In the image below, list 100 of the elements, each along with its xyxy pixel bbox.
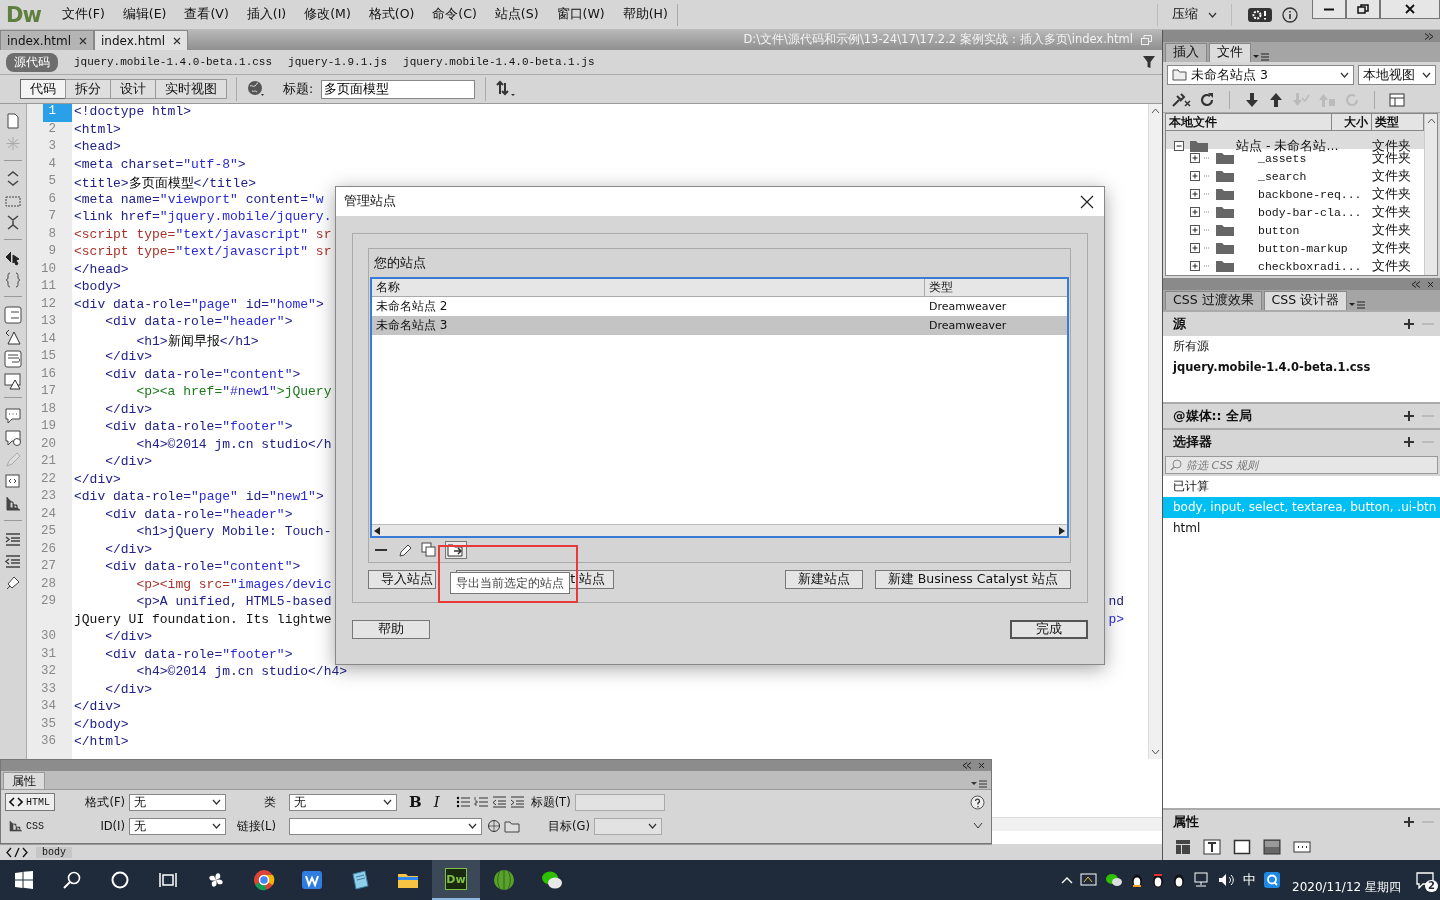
site-row[interactable]: 未命名站点 2 Dreamweaver xyxy=(372,297,1067,316)
done-button[interactable]: 完成 xyxy=(1010,620,1088,639)
title-field[interactable]: 多页面模型 xyxy=(321,79,476,99)
restore-button[interactable] xyxy=(1346,0,1380,19)
tag-selector-item[interactable]: body xyxy=(36,847,72,858)
close-icon[interactable] xyxy=(1427,280,1434,288)
panel-tab[interactable]: 属性 xyxy=(3,772,45,789)
background-icon[interactable] xyxy=(1263,839,1281,855)
monitor-icon[interactable] xyxy=(1080,872,1098,888)
expand-box-icon[interactable] xyxy=(1190,204,1200,220)
add-icon[interactable] xyxy=(1404,411,1414,421)
panel-tab[interactable]: 插入 xyxy=(1165,43,1207,62)
source-item[interactable]: 所有源 xyxy=(1163,336,1440,357)
panel-menu-icon[interactable] xyxy=(1349,301,1366,310)
id-select[interactable]: 无 xyxy=(129,817,226,835)
date-text[interactable]: 2020/11/12 星期四 xyxy=(1292,878,1401,896)
css-mode-button[interactable]: CSS xyxy=(5,817,55,835)
chat-icon[interactable] xyxy=(1105,872,1123,888)
html-mode-button[interactable]: HTML xyxy=(5,793,55,811)
related-file[interactable]: jquery.mobile-1.4.0-beta.1.css xyxy=(74,56,273,68)
gear-alert-icon[interactable] xyxy=(1248,7,1272,22)
check-out-icon[interactable] xyxy=(1292,92,1310,108)
tree-icon[interactable] xyxy=(3,494,23,513)
file-name[interactable]: _search xyxy=(1258,169,1307,183)
scroll-left-icon[interactable] xyxy=(374,526,380,535)
expand-box-icon[interactable] xyxy=(1190,240,1200,256)
site-select[interactable]: 未命名站点 3 xyxy=(1167,65,1354,85)
input-method[interactable]: 中 xyxy=(1243,871,1256,889)
menu-item[interactable]: 文件(F) xyxy=(52,3,114,26)
link-select[interactable] xyxy=(289,817,482,835)
menu-item[interactable]: 编辑(E) xyxy=(113,3,176,26)
network-icon[interactable] xyxy=(1193,872,1211,888)
view-select[interactable]: 本地视图 xyxy=(1358,65,1436,85)
chevron-up-icon[interactable] xyxy=(1061,876,1073,884)
notification-icon[interactable] xyxy=(1416,871,1434,889)
menu-item[interactable]: 命令(C) xyxy=(423,3,486,26)
download-icon[interactable] xyxy=(1244,92,1260,108)
panel-menu-icon[interactable] xyxy=(971,780,987,789)
code-tag-icon[interactable] xyxy=(6,847,28,858)
add-icon[interactable] xyxy=(1404,817,1414,827)
comment-remove-icon[interactable] xyxy=(3,428,23,447)
text-icon[interactable] xyxy=(1203,839,1221,855)
folder-icon[interactable] xyxy=(504,819,520,833)
file-name[interactable]: button-markup xyxy=(1258,241,1348,255)
italic-button[interactable]: I xyxy=(433,793,440,811)
menu-item[interactable]: 修改(M) xyxy=(295,3,360,26)
volume-icon[interactable] xyxy=(1218,872,1236,888)
comment-icon[interactable] xyxy=(3,406,23,425)
view-button[interactable]: 拆分 xyxy=(65,79,111,99)
menu-item[interactable]: 插入(I) xyxy=(237,3,296,26)
globe-icon[interactable] xyxy=(247,80,267,98)
file-name[interactable]: body-bar-cla... xyxy=(1258,205,1362,219)
class-select[interactable]: 无 xyxy=(289,793,397,811)
menu-item[interactable]: 格式(O) xyxy=(359,3,424,26)
expand-box-icon[interactable] xyxy=(1190,222,1200,238)
document-tab[interactable]: index.html xyxy=(0,30,94,50)
penguin-icon[interactable] xyxy=(1172,872,1186,888)
scroll-up-icon[interactable] xyxy=(1426,118,1436,124)
file-name[interactable]: checkboxradi... xyxy=(1258,259,1362,273)
bullet-list-icon[interactable] xyxy=(455,796,470,808)
panel-tab[interactable]: CSS 设计器 xyxy=(1263,291,1348,310)
check-in-icon[interactable] xyxy=(1318,92,1336,108)
related-file[interactable]: 源代码 xyxy=(6,52,58,72)
upload-icon[interactable] xyxy=(1268,92,1284,108)
panel-tab[interactable]: CSS 过渡效果 xyxy=(1165,291,1262,310)
file-name[interactable]: button xyxy=(1258,223,1300,237)
taskbar-app[interactable]: Dw xyxy=(432,860,480,900)
scroll-up-icon[interactable] xyxy=(1151,108,1160,114)
collapse-panel-icon[interactable] xyxy=(1411,280,1421,288)
help-button[interactable]: 帮助 xyxy=(352,620,430,639)
expand-box-icon[interactable] xyxy=(1190,150,1200,166)
column-header[interactable]: 本地文件 xyxy=(1166,114,1332,130)
close-icon[interactable] xyxy=(172,36,181,45)
close-icon[interactable] xyxy=(978,762,985,769)
menu-item[interactable]: 站点(S) xyxy=(485,3,548,26)
numbered-lines-icon[interactable] xyxy=(3,305,23,324)
menu-item[interactable]: 窗口(W) xyxy=(547,3,614,26)
view-button[interactable]: 实时视图 xyxy=(155,79,227,99)
column-header[interactable]: 名称 xyxy=(372,279,925,296)
expand-panel-icon[interactable] xyxy=(973,822,983,830)
target-icon[interactable] xyxy=(487,819,501,833)
expand-box-icon[interactable] xyxy=(1190,168,1200,184)
column-header[interactable]: 大小 xyxy=(1332,114,1372,130)
wrap-lines-icon[interactable] xyxy=(3,349,23,368)
close-icon[interactable] xyxy=(79,36,87,45)
expand-view-icon[interactable] xyxy=(1389,92,1405,108)
filter-icon[interactable] xyxy=(1142,55,1156,69)
more-icon[interactable] xyxy=(1293,839,1311,855)
info-icon[interactable] xyxy=(1282,6,1298,23)
horizontal-scrollbar[interactable] xyxy=(992,817,1162,831)
selector-item[interactable]: 已计算 xyxy=(1163,476,1440,497)
outdent-icon[interactable] xyxy=(491,796,506,808)
collapse-panel-icon[interactable] xyxy=(962,762,972,769)
close-button[interactable] xyxy=(1080,194,1094,209)
scroll-right-icon[interactable] xyxy=(1059,526,1065,535)
source-item[interactable]: jquery.mobile-1.4.0-beta.1.css xyxy=(1163,357,1440,378)
view-button[interactable]: 代码 xyxy=(20,79,66,99)
minimize-button[interactable] xyxy=(1312,0,1346,19)
bold-button[interactable]: B xyxy=(409,793,422,811)
new-site-button[interactable]: 新建站点 xyxy=(784,570,863,589)
